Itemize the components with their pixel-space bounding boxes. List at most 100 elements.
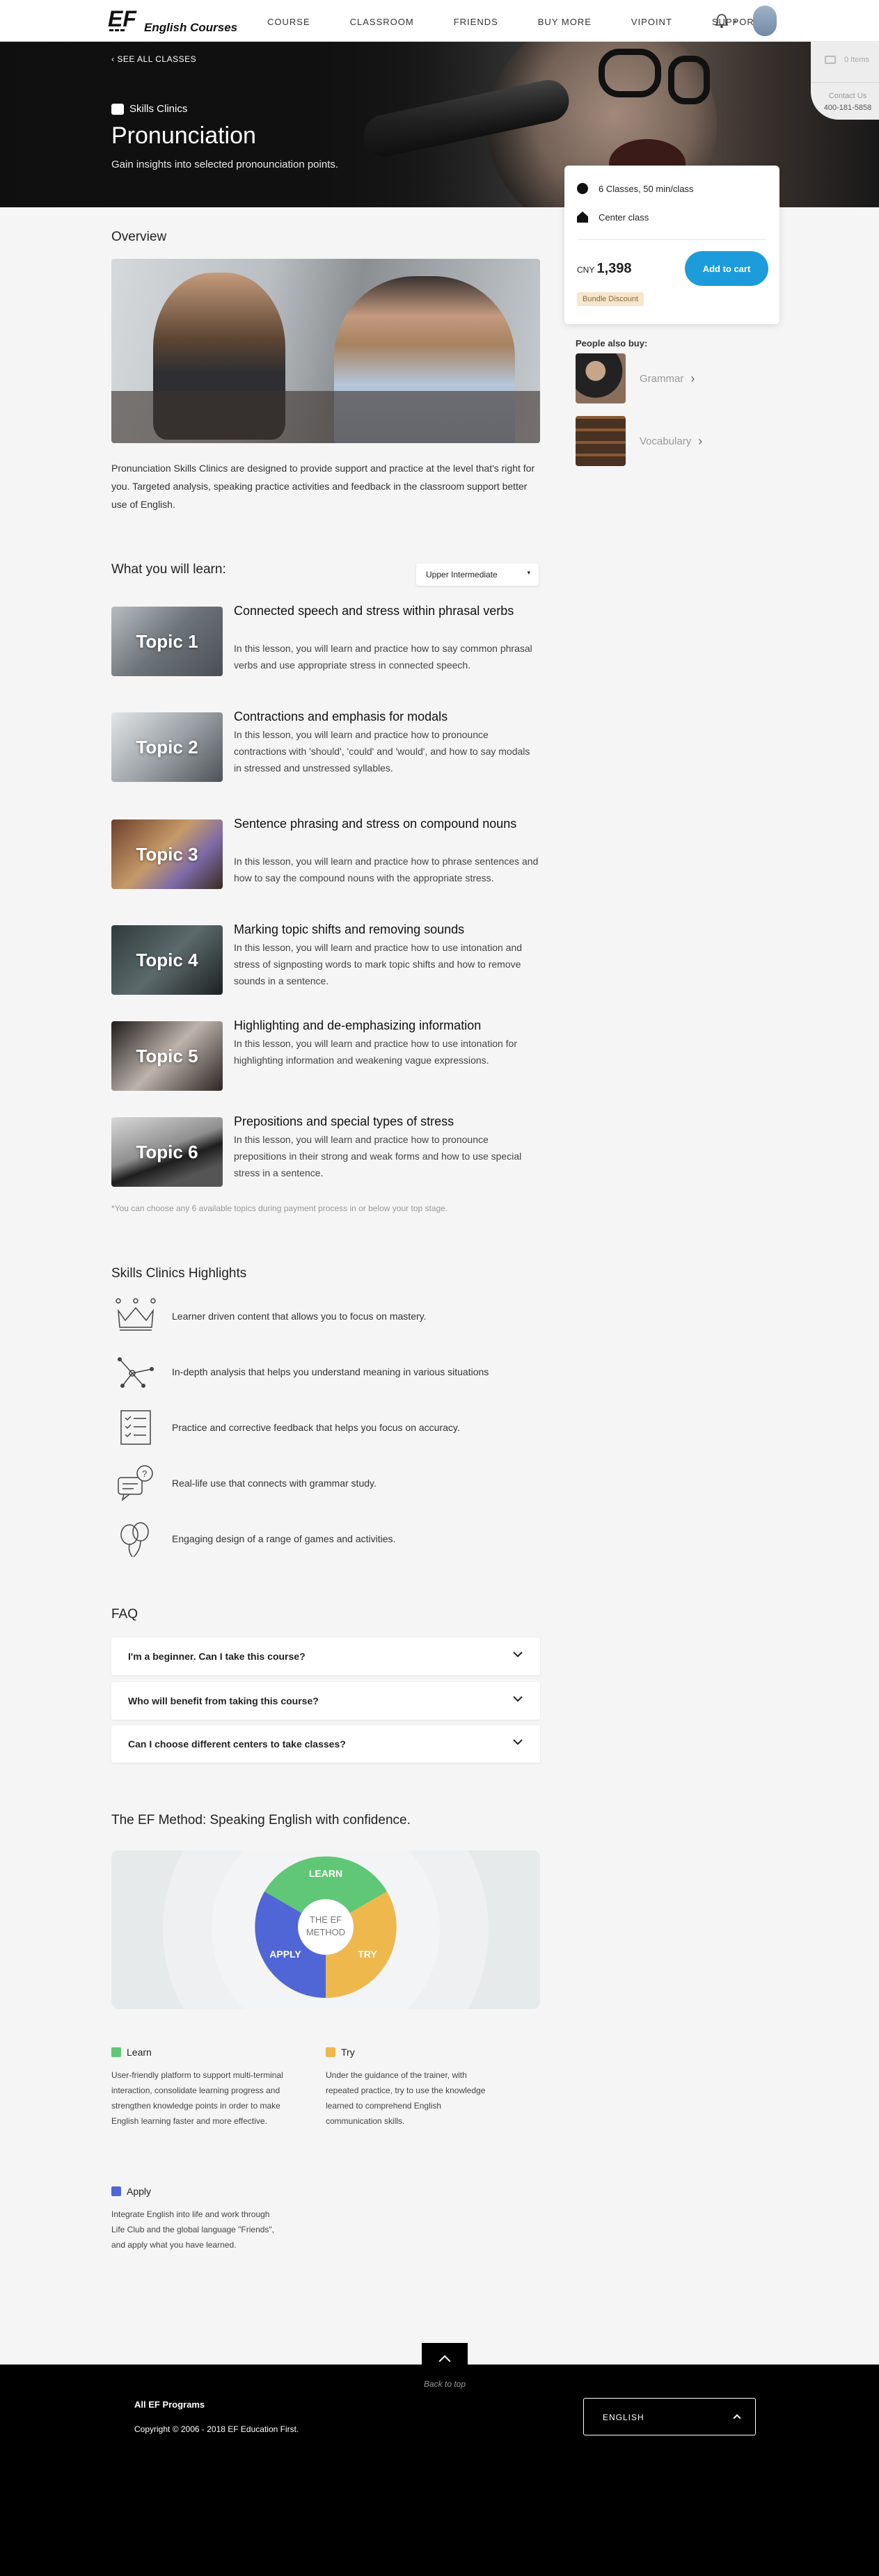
nav-course[interactable]: COURSE	[267, 17, 310, 27]
nav-buy-more[interactable]: BUY MORE	[538, 17, 592, 27]
price: CNY 1,398	[577, 261, 632, 276]
method-wheel: THE EF METHOD LEARN TRY APPLY	[255, 1856, 397, 1998]
overview-text: Pronunciation Skills Clinics are designe…	[111, 463, 535, 510]
chevron-down-icon: ▾	[527, 569, 530, 576]
faq-item[interactable]: I'm a beginner. Can I take this course?	[111, 1638, 540, 1675]
avatar[interactable]	[753, 6, 777, 36]
also-buy-vocabulary[interactable]: Vocabulary ›	[576, 416, 702, 466]
topic-title: Connected speech and stress within phras…	[234, 604, 514, 618]
swatch-apply	[111, 2186, 121, 2196]
checklist-icon	[120, 1410, 151, 1445]
footer: All EF Programs Copyright © 2006 - 2018 …	[0, 2365, 879, 2576]
segment-label-learn: LEARN	[309, 1868, 342, 1879]
legend-learn: Learn	[111, 2047, 152, 2058]
footer-copyright: Copyright © 2006 - 2018 EF Education Fir…	[134, 2424, 299, 2434]
course-tag: Skills Clinics	[111, 103, 187, 115]
nav-friends[interactable]: FRIENDS	[454, 17, 498, 27]
chevron-right-icon: ›	[698, 433, 703, 448]
chevron-up-icon	[733, 2414, 741, 2422]
purchase-card: 6 Classes, 50 min/class Center class CNY…	[564, 166, 779, 324]
svg-text:EF: EF	[108, 6, 137, 31]
faq-heading: FAQ	[111, 1607, 138, 1622]
topic-thumbnail: Topic 4	[111, 925, 223, 995]
topic-title: Sentence phrasing and stress on compound…	[234, 817, 517, 831]
grammar-thumbnail	[576, 353, 626, 403]
learn-heading: What you will learn:	[111, 562, 226, 577]
top-header: EF English Courses COURSE CLASSROOM FRIE…	[0, 0, 879, 42]
topic-description: In this lesson, you will learn and pract…	[234, 643, 532, 671]
topic-title: Marking topic shifts and removing sounds	[234, 922, 465, 936]
nav-classroom[interactable]: CLASSROOM	[350, 17, 414, 27]
faq-item[interactable]: Can I choose different centers to take c…	[111, 1725, 540, 1763]
highlight-item: Learner driven content that allows you t…	[111, 1297, 427, 1336]
segment-label-try: TRY	[358, 1949, 377, 1960]
highlights-heading: Skills Clinics Highlights	[111, 1266, 247, 1281]
faq-item[interactable]: Who will benefit from taking this course…	[111, 1682, 540, 1720]
highlight-item: ? Real-life use that connects with gramm…	[111, 1464, 377, 1503]
topic-thumbnail: Topic 1	[111, 607, 223, 676]
topic-title: Contractions and emphasis for modals	[234, 710, 448, 723]
chevron-right-icon: ›	[690, 371, 695, 385]
vocabulary-thumbnail	[576, 416, 626, 466]
topic-thumbnail: Topic 5	[111, 1021, 223, 1091]
chevron-down-icon	[513, 1739, 523, 1745]
topic-thumbnail: Topic 6	[111, 1117, 223, 1187]
page-subtitle: Gain insights into selected pronounciati…	[111, 159, 339, 170]
side-tab: 0 Items Contact Us 400-181-5858	[811, 42, 879, 120]
topic-description: In this lesson, you will learn and pract…	[234, 1134, 522, 1178]
ef-method-diagram: THE EF METHOD LEARN TRY APPLY	[111, 1850, 540, 2009]
language-select[interactable]: ENGLISH	[583, 2398, 756, 2435]
topic-description: In this lesson, you will learn and pract…	[234, 729, 530, 774]
highlight-item: In-depth analysis that helps you underst…	[111, 1352, 489, 1391]
legend-apply-desc: Integrate English into life and work thr…	[111, 2209, 275, 2250]
highlight-item: Practice and corrective feedback that he…	[111, 1408, 460, 1447]
level-select[interactable]: Upper Intermediate ▾	[416, 563, 539, 586]
classes-info: 6 Classes, 50 min/class	[577, 183, 694, 194]
chevron-down-icon	[513, 1651, 523, 1658]
back-to-top-button[interactable]	[422, 2343, 468, 2378]
cart-link[interactable]: 0 Items	[825, 56, 869, 64]
house-icon	[577, 211, 588, 223]
legend-apply: Apply	[111, 2186, 151, 2197]
ef-method-heading: The EF Method: Speaking English with con…	[111, 1813, 411, 1827]
clock-icon	[577, 183, 588, 194]
analysis-icon	[118, 1357, 154, 1388]
arrow-up-icon	[438, 2355, 451, 2367]
people-also-buy-label: People also buy:	[576, 338, 648, 349]
topic-thumbnail: Topic 3	[111, 819, 223, 889]
back-to-top-label: Back to top	[423, 2379, 466, 2389]
cart-icon	[825, 56, 836, 64]
footer-title[interactable]: All EF Programs	[134, 2399, 205, 2410]
topic-description: In this lesson, you will learn and pract…	[234, 856, 539, 883]
topic-description: In this lesson, you will learn and pract…	[234, 1038, 518, 1066]
chevron-down-icon[interactable]: ▾	[734, 18, 737, 26]
method-center-line2: METHOD	[306, 1927, 345, 1937]
swatch-learn	[111, 2047, 121, 2057]
topic-title: Prepositions and special types of stress	[234, 1114, 454, 1128]
add-to-cart-button[interactable]: Add to cart	[685, 251, 768, 286]
crown-icon	[116, 1298, 156, 1331]
site-title: English Courses	[144, 21, 238, 34]
contact-us[interactable]: Contact Us 400-181-5858	[823, 90, 872, 114]
chevron-down-icon	[513, 1696, 523, 1702]
legend-learn-desc: User-friendly platform to support multi-…	[111, 2070, 283, 2126]
legend-try-desc: Under the guidance of the trainer, with …	[326, 2070, 486, 2126]
highlight-item: Engaging design of a range of games and …	[111, 1519, 395, 1558]
segment-label-apply: APPLY	[269, 1949, 301, 1960]
bell-icon[interactable]	[714, 13, 729, 29]
chat-icon: ?	[118, 1465, 153, 1501]
nav-vipoint[interactable]: VIPOINT	[631, 17, 672, 27]
bundle-discount-badge: Bundle Discount	[577, 292, 644, 306]
speech-bubble-icon	[111, 103, 124, 115]
overview-heading: Overview	[111, 230, 167, 244]
topic-thumbnail: Topic 2	[111, 712, 223, 782]
swatch-try	[326, 2047, 335, 2057]
see-all-classes-link[interactable]: ‹ SEE ALL CLASSES	[111, 54, 196, 64]
ef-logo[interactable]: EF	[108, 6, 144, 36]
page-title: Pronunciation	[111, 122, 256, 149]
method-center-line1: THE EF	[310, 1914, 342, 1925]
legend-try: Try	[326, 2047, 355, 2058]
also-buy-grammar[interactable]: Grammar ›	[576, 353, 695, 403]
svg-text:?: ?	[142, 1469, 147, 1479]
location-info: Center class	[577, 211, 649, 223]
